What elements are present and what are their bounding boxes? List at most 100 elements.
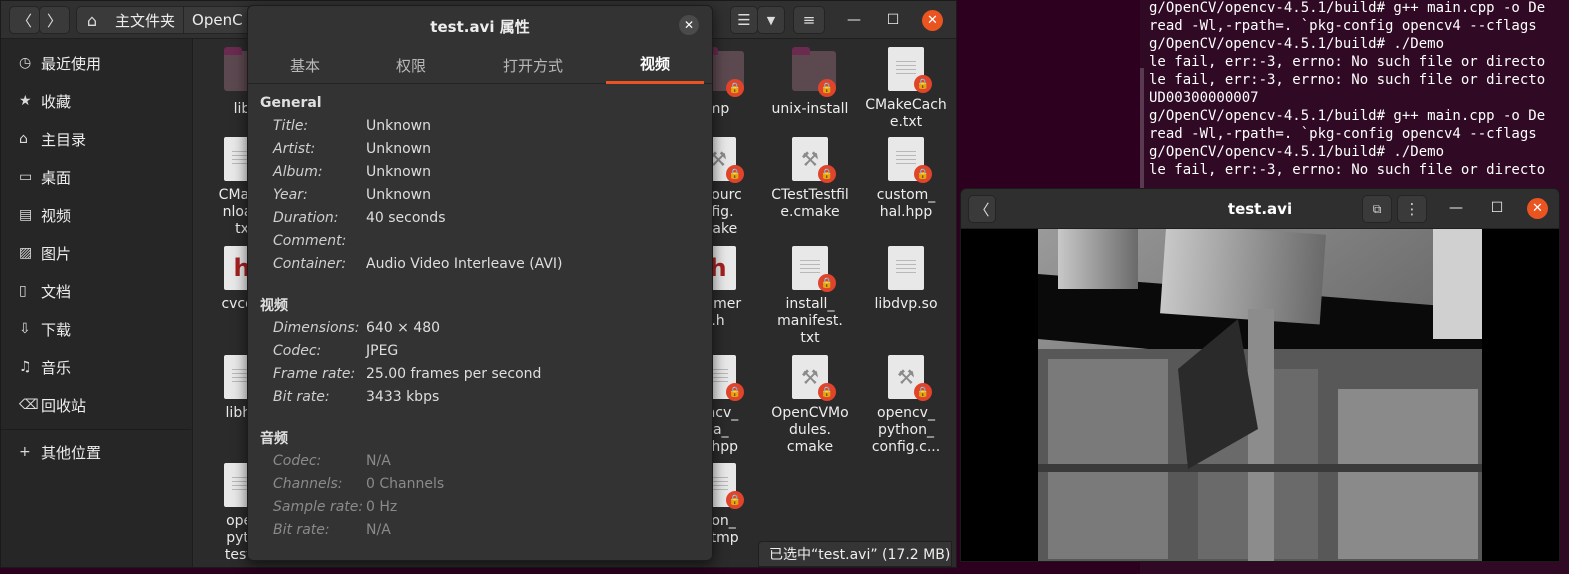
file-item[interactable]: 🔒 CMakeCach e.txt [858,47,954,131]
path-segment-opencv[interactable]: OpenC [184,11,251,29]
audio-bitrate-key: Bit rate: [273,522,330,538]
year-value: Unknown [366,187,431,203]
file-item[interactable]: 🔒 unix-install [762,47,858,118]
sidebar-item-label: 主目录 [41,130,87,149]
trash-icon: ⌫ [19,397,39,413]
minimize-button[interactable]: — [845,11,863,29]
menu-button[interactable]: ≡ [793,6,825,34]
lock-icon: 🔒 [914,75,932,93]
terminal-line: UD00300000007 [1149,90,1259,106]
close-button[interactable]: ✕ [922,10,943,31]
list-view-button[interactable]: ☰ [730,6,758,34]
chevron-down-icon: ▼ [766,13,776,27]
video-frame-image [1038,229,1482,561]
lock-icon: 🔒 [818,383,836,401]
path-home-segment[interactable]: 主文件夹 [107,10,183,31]
file-name: CTestTestfil e.cmake [771,187,849,220]
video-codec-key: Codec: [273,343,322,359]
player-menu-button[interactable]: ⋮ [1397,195,1427,223]
video-icon: ▤ [19,207,33,223]
file-name: CMakeCach e.txt [865,97,947,130]
terminal-line: le fail, err:-3, errno: No such file or … [1149,162,1546,178]
home-icon[interactable]: ⌂ [77,11,107,30]
tab-video[interactable]: 视频 [606,46,704,84]
desktop-icon: ▭ [19,169,33,185]
file-item[interactable]: 🔒 custom_ hal.hpp [858,137,954,221]
music-icon: ♫ [19,359,32,375]
player-maximize-button[interactable]: ☐ [1488,199,1506,217]
kebab-menu-icon: ⋮ [1404,200,1420,218]
lock-icon: 🔒 [818,274,836,292]
lock-icon: 🔒 [914,383,932,401]
video-bitrate-key: Bit rate: [273,389,330,405]
plus-icon: + [19,444,31,460]
sidebar-item-documents[interactable]: ▯ 文档 [1,274,191,308]
sidebar-item-downloads[interactable]: ⇩ 下载 [1,312,191,346]
sidebar-item-desktop[interactable]: ▭ 桌面 [1,160,191,194]
player-close-button[interactable]: ✕ [1527,198,1548,219]
player-back-button[interactable]: 〈 [968,195,996,223]
tab-basic[interactable]: 基本 [248,46,362,84]
terminal-line: le fail, err:-3, errno: No such file or … [1149,72,1546,88]
minimize-icon: — [1449,200,1463,216]
file-name: libdvp.so [874,296,938,312]
list-view-icon: ☰ [737,11,751,29]
player-minimize-button[interactable]: — [1447,199,1465,217]
sidebar-item-pictures[interactable]: ▨ 图片 [1,236,191,270]
file-item[interactable]: ⚒ 🔒 CTestTestfil e.cmake [762,137,858,221]
file-item[interactable]: ⚒ 🔒 OpenCVMo dules. cmake [762,355,858,456]
sidebar-item-music[interactable]: ♫ 音乐 [1,350,191,384]
dimensions-value: 640 × 480 [366,320,441,336]
path-bar: ⌂ 主文件夹 OpenC [76,6,266,34]
sidebar-item-label: 桌面 [41,168,72,187]
back-button[interactable]: 〈 [9,6,40,34]
lock-icon: 🔒 [818,79,836,97]
sidebar-item-videos[interactable]: ▤ 视频 [1,198,191,232]
file-name: install_ manifest. txt [777,296,843,346]
video-frame[interactable] [1038,229,1482,561]
file-item[interactable]: libdvp.so [858,246,954,313]
sidebar-item-label: 音乐 [41,358,72,377]
file-item[interactable]: ⚒ 🔒 opencv_ python_ config.c... [858,355,954,456]
frame-rate-value: 25.00 frames per second [366,366,542,382]
home-icon: ⌂ [19,131,28,147]
forward-button[interactable]: 〉 [39,6,70,34]
terminal-line: g/OpenCV/opencv-4.5.1/build# ./Demo [1149,36,1445,52]
title-key: Title: [273,118,309,134]
terminal-line: g/OpenCV/opencv-4.5.1/build# g++ main.cp… [1149,0,1546,16]
picture-in-picture-button[interactable]: ⧉ [1362,195,1392,223]
lock-icon: 🔒 [818,165,836,183]
maximize-icon: ☐ [886,12,900,28]
document-icon: ▯ [19,283,27,299]
close-icon: ✕ [1532,201,1543,216]
channels-key: Channels: [273,476,343,492]
sidebar-item-recent[interactable]: ◷ 最近使用 [1,46,191,80]
lock-icon: 🔒 [726,79,744,97]
tab-open-with[interactable]: 打开方式 [460,46,606,84]
file-item[interactable]: 🔒 install_ manifest. txt [762,246,858,347]
view-options-button[interactable]: ▼ [757,6,785,34]
dialog-close-button[interactable]: ✕ [679,15,699,35]
video-codec-value: JPEG [366,343,399,359]
sidebar-item-label: 最近使用 [41,54,102,73]
sidebar-item-home[interactable]: ⌂ 主目录 [1,122,191,156]
sidebar-item-other-locations[interactable]: + 其他位置 [1,435,191,469]
star-icon: ★ [19,93,32,109]
picture-in-picture-icon: ⧉ [1372,201,1382,216]
comment-key: Comment: [273,233,347,249]
player-title: test.avi [1227,200,1293,218]
properties-dialog: test.avi 属性 ✕ 基本 权限 打开方式 视频 General Titl… [247,5,713,561]
selection-status: 已选中“test.avi” (17.2 MB) [758,541,952,567]
terminal-scrollbar[interactable] [1140,68,1144,188]
maximize-button[interactable]: ☐ [884,11,902,29]
duration-key: Duration: [273,210,339,226]
sample-rate-key: Sample rate: [273,499,364,515]
sidebar-item-trash[interactable]: ⌫ 回收站 [1,388,191,422]
chevron-left-icon: 〈 [974,200,990,219]
album-key: Album: [273,164,323,180]
lock-icon: 🔒 [726,165,744,183]
video-player-window: test.avi 〈 ⧉ ⋮ — ☐ ✕ [960,188,1560,562]
tab-permissions[interactable]: 权限 [362,46,460,84]
sidebar-item-starred[interactable]: ★ 收藏 [1,84,191,118]
picture-icon: ▨ [19,245,33,261]
